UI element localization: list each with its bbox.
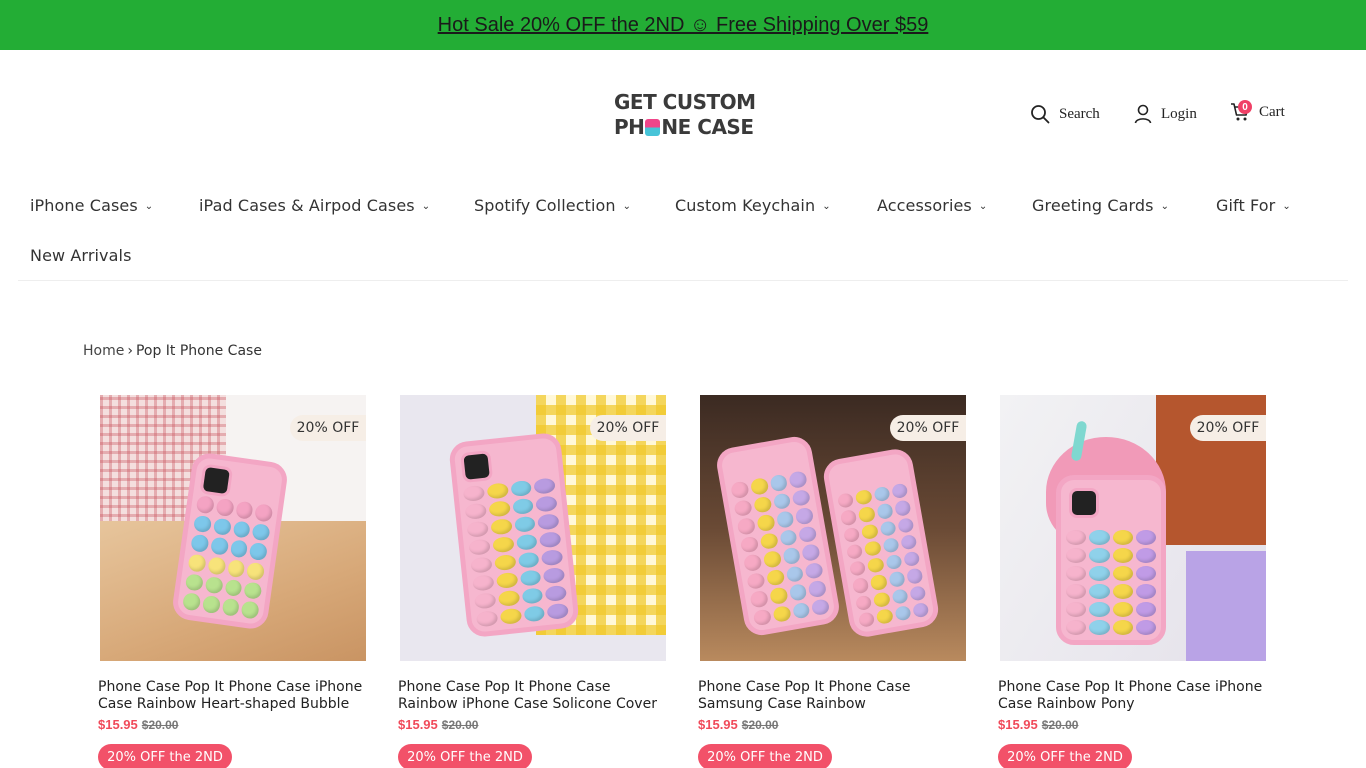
logo-line-2: PH NE CASE [614,115,756,140]
nav-item-label: Spotify Collection [474,196,616,215]
login-button[interactable]: Login [1134,104,1197,124]
nav-item-label: iPhone Cases [30,196,138,215]
nav-item-label: Gift For [1216,196,1276,215]
search-icon [1030,104,1050,124]
nav-item-greeting-cards[interactable]: Greeting Cards ⌄ [1032,196,1169,215]
nav-item-label: iPad Cases & Airpod Cases [199,196,415,215]
chevron-down-icon: ⌄ [144,201,154,212]
product-prices: $15.95 $20.00 [398,717,478,732]
discount-badge: 20% OFF [290,415,366,441]
breadcrumb-home[interactable]: Home [83,343,124,359]
product-image[interactable]: 20% OFF [400,395,666,661]
product-title[interactable]: Phone Case Pop It Phone Case Rainbow iPh… [398,679,668,713]
promo-button[interactable]: 20% OFF the 2ND [698,744,832,768]
nav-divider [18,280,1348,281]
discount-badge: 20% OFF [890,415,966,441]
nav-item-label: Greeting Cards [1032,196,1154,215]
cart-icon: 0 [1230,100,1252,122]
product-prices: $15.95 $20.00 [998,717,1078,732]
announcement-bar: Hot Sale 20% OFF the 2ND ☺ Free Shipping… [0,0,1366,50]
product-title[interactable]: Phone Case Pop It Phone Case iPhone Case… [98,679,368,713]
chevron-down-icon: ⌄ [978,201,988,212]
nav-item-label: New Arrivals [30,246,132,265]
promo-button[interactable]: 20% OFF the 2ND [998,744,1132,768]
product-price: $15.95 [98,717,138,732]
product-price: $15.95 [398,717,438,732]
nav-item-label: Accessories [877,196,972,215]
product-image[interactable]: 20% OFF [1000,395,1266,661]
product-image[interactable]: 20% OFF [100,395,366,661]
breadcrumb-current: Pop It Phone Case [135,343,262,359]
breadcrumb-separator: › [127,343,133,359]
product-prices: $15.95 $20.00 [698,717,778,732]
product-compare-price: $20.00 [141,718,179,732]
nav-item-new-arrivals[interactable]: New Arrivals [30,246,132,265]
promo-button[interactable]: 20% OFF the 2ND [98,744,232,768]
discount-badge: 20% OFF [590,415,666,441]
nav-item-gift-for[interactable]: Gift For ⌄ [1216,196,1291,215]
nav-item-label: Custom Keychain [675,196,816,215]
nav-item-ipad-airpod-cases[interactable]: iPad Cases & Airpod Cases ⌄ [199,196,430,215]
logo-line-2-a: PH [614,115,645,139]
chevron-down-icon: ⌄ [622,201,632,212]
product-compare-price: $20.00 [441,718,479,732]
product-title[interactable]: Phone Case Pop It Phone Case iPhone Case… [998,679,1268,713]
chevron-down-icon: ⌄ [1160,201,1170,212]
logo-phone-icon [645,119,661,136]
nav-item-custom-keychain[interactable]: Custom Keychain ⌄ [675,196,831,215]
product-title[interactable]: Phone Case Pop It Phone Case Samsung Cas… [698,679,968,713]
product-price: $15.95 [698,717,738,732]
search-button[interactable]: Search [1030,104,1100,124]
cart-count-badge: 0 [1238,100,1252,114]
discount-badge: 20% OFF [1190,415,1266,441]
logo-line-2-b: NE CASE [661,115,754,139]
search-label: Search [1059,105,1100,122]
logo-line-1: GET CUSTOM [614,90,756,114]
chevron-down-icon: ⌄ [822,201,831,212]
product-compare-price: $20.00 [741,718,779,732]
announcement-link[interactable]: Hot Sale 20% OFF the 2ND ☺ Free Shipping… [438,14,929,37]
breadcrumb: Home › Pop It Phone Case [83,343,262,359]
product-prices: $15.95 $20.00 [98,717,178,732]
chevron-down-icon: ⌄ [1282,201,1291,212]
logo[interactable]: GET CUSTOM PH NE CASE [614,90,756,140]
nav-item-spotify-collection[interactable]: Spotify Collection ⌄ [474,196,631,215]
chevron-down-icon: ⌄ [421,201,431,212]
promo-button[interactable]: 20% OFF the 2ND [398,744,532,768]
login-label: Login [1161,105,1197,122]
product-price: $15.95 [998,717,1038,732]
nav-item-iphone-cases[interactable]: iPhone Cases ⌄ [30,196,153,215]
cart-label: Cart [1259,103,1285,120]
product-image[interactable]: 20% OFF [700,395,966,661]
product-compare-price: $20.00 [1041,718,1079,732]
cart-button[interactable]: 0 Cart [1230,100,1285,122]
user-icon [1134,104,1152,124]
nav-item-accessories[interactable]: Accessories ⌄ [877,196,987,215]
